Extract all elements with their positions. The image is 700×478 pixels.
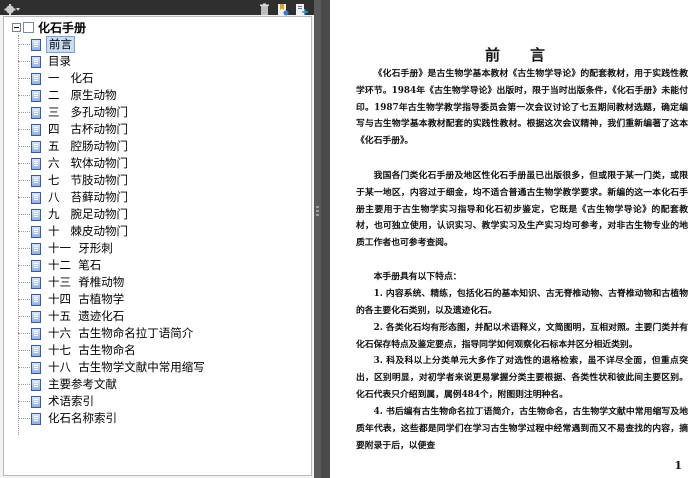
- document-page: 前 言 《化石手册》是古生物学基本教材《古生物学导论》的配套教材，用于实践性教学…: [330, 0, 700, 478]
- bookmark-icon: [31, 327, 41, 340]
- bookmark-item[interactable]: 六 软体动物门: [18, 155, 130, 172]
- settings-icon[interactable]: [4, 1, 20, 15]
- bookmark-item[interactable]: 十八 古生物学文献中常用缩写: [18, 359, 207, 376]
- bookmark-icon: [31, 89, 41, 102]
- splitter-grip: [316, 210, 319, 212]
- bookmark-item[interactable]: 七 节肢动物门: [18, 172, 130, 189]
- page-title: 前 言: [484, 46, 545, 64]
- bookmark-item[interactable]: 十 棘皮动物门: [18, 223, 130, 240]
- bookmark-item[interactable]: 二 原生动物: [18, 87, 118, 104]
- bookmark-item[interactable]: 一 化石: [18, 70, 95, 87]
- bookmarks-toolbar: [0, 0, 314, 16]
- bookmark-item[interactable]: 十三 脊椎动物: [18, 274, 126, 291]
- bookmark-item[interactable]: 八 苔藓动物门: [18, 189, 130, 206]
- bookmark-new-icon[interactable]: [276, 1, 289, 16]
- bookmark-icon: [31, 344, 41, 357]
- bookmark-icon: [31, 174, 41, 187]
- bookmark-icon: [31, 55, 41, 68]
- bookmark-icon: [31, 38, 41, 51]
- bookmark-item[interactable]: 主要参考文献: [18, 376, 119, 393]
- bookmark-icon: [31, 208, 41, 221]
- bookmark-icon: [31, 157, 41, 170]
- bookmark-item[interactable]: 前言: [18, 36, 75, 53]
- paragraph: 本手册具有以下特点：: [373, 272, 462, 282]
- bookmark-icon: [31, 310, 41, 323]
- tree-root[interactable]: 化石手册: [12, 19, 86, 35]
- bookmark-item[interactable]: 四 古杯动物门: [18, 121, 130, 138]
- bookmark-icon: [31, 225, 41, 238]
- page-number: 1: [674, 459, 682, 472]
- bookmark-icon: [31, 72, 41, 85]
- bookmark-item[interactable]: 十二 笔石: [18, 257, 103, 274]
- bookmark-item[interactable]: 十七 古生物命名: [18, 342, 138, 359]
- paragraph: 1. 内容系统、精练，包括化石的基本知识、古无脊椎动物、古脊椎动物和古植物的各主…: [356, 289, 688, 316]
- splitter-grip: [316, 206, 319, 208]
- bookmark-item[interactable]: 十四 古植物学: [18, 291, 126, 308]
- bookmark-icon: [31, 395, 41, 408]
- bookmark-item[interactable]: 十六 古生物命名拉丁语简介: [18, 325, 195, 342]
- bookmarks-panel: 化石手册 前言 目录 一 化石 二 原生动物 三 多孔动物门 四 古杯动物门 五…: [0, 0, 314, 478]
- bookmark-item[interactable]: 目录: [18, 53, 73, 70]
- bookmark-icon: [31, 276, 41, 289]
- bookmark-icon: [31, 412, 41, 425]
- paragraph: 我国各门类化石手册及地区性化石手册虽已出版很多，但或限于某一门类，或限于某一地区…: [356, 171, 688, 249]
- collapse-icon[interactable]: [12, 22, 21, 32]
- bookmark-icon: [31, 123, 41, 136]
- bookmark-icon: [31, 242, 41, 255]
- paragraph: 4. 书后编有古生物命名拉丁语简介，古生物命名，古生物学文献中常用缩写及地质年代…: [356, 407, 688, 451]
- tree-root-label: 化石手册: [38, 20, 87, 35]
- bookmark-item[interactable]: 九 腕足动物门: [18, 206, 130, 223]
- bookmark-icon: [31, 361, 41, 374]
- bookmark-item[interactable]: 三 多孔动物门: [18, 104, 130, 121]
- bookmark-icon: [31, 140, 41, 153]
- bookmark-item[interactable]: 术语索引: [18, 393, 96, 410]
- paragraph: 3. 科及科以上分类单元大多作了对选性的退格检索，虽不详尽全面，但重点突出，区别…: [356, 356, 688, 400]
- bookmark-item[interactable]: 十五 遗迹化石: [18, 308, 126, 325]
- bookmark-tree: 化石手册 前言 目录 一 化石 二 原生动物 三 多孔动物门 四 古杯动物门 五…: [3, 16, 312, 476]
- bookmark-item[interactable]: 化石名称索引: [18, 410, 119, 427]
- document-icon: [23, 21, 34, 33]
- trash-icon[interactable]: [258, 1, 271, 15]
- splitter-grip: [316, 214, 319, 216]
- bookmark-icon: [31, 378, 41, 391]
- paragraph: 《化石手册》是古生物学基本教材《古生物学导论》的配套教材，用于实践性教学环节。1…: [356, 69, 688, 147]
- bookmark-icon: [31, 191, 41, 204]
- bookmark-add-icon[interactable]: [294, 1, 308, 15]
- bookmark-item[interactable]: 五 腔肠动物门: [18, 138, 130, 155]
- bookmark-icon: [31, 106, 41, 119]
- bookmark-item[interactable]: 十一 牙形刺: [18, 240, 115, 257]
- paragraph: 2. 各类化石均有形态图，并配以术语释义，文简图明，互相对照。主要门类并有化石保…: [356, 323, 688, 350]
- bookmark-icon: [31, 259, 41, 272]
- bookmark-icon: [31, 293, 41, 306]
- panel-splitter[interactable]: [314, 0, 321, 478]
